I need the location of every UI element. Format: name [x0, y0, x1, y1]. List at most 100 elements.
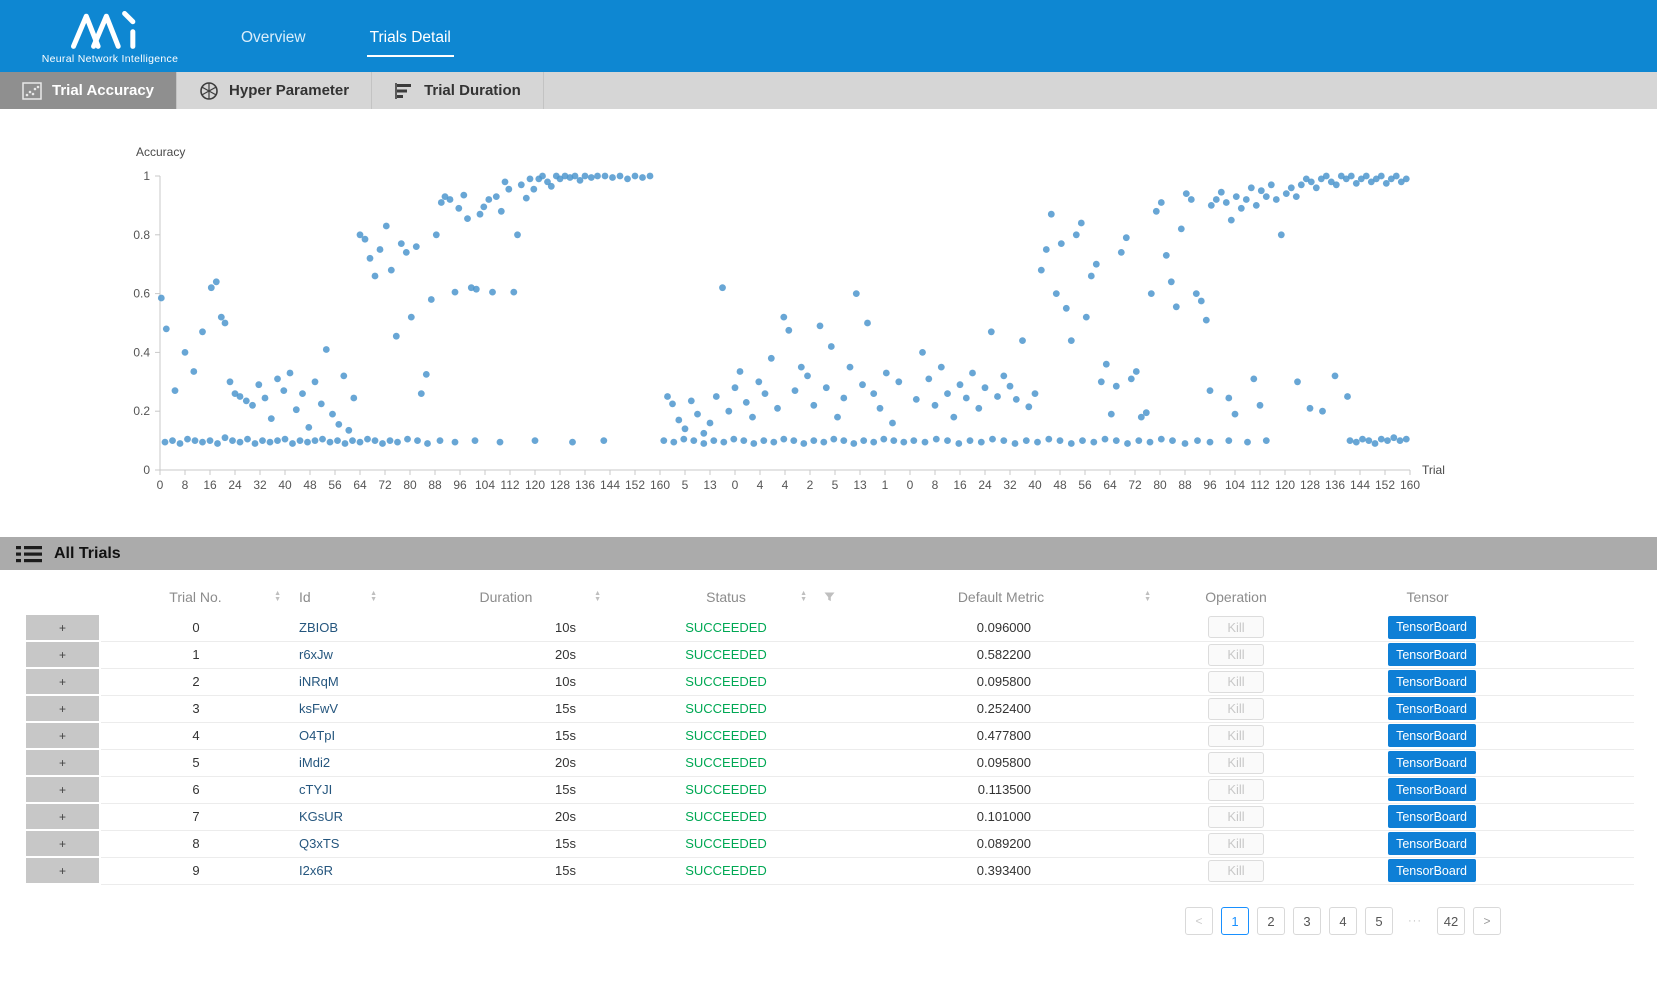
scatter-point[interactable]	[1308, 179, 1315, 186]
scatter-point[interactable]	[510, 289, 517, 296]
scatter-point[interactable]	[1173, 303, 1180, 310]
scatter-point[interactable]	[319, 436, 326, 443]
scatter-point[interactable]	[293, 406, 300, 413]
scatter-point[interactable]	[1007, 383, 1014, 390]
scatter-point[interactable]	[1045, 436, 1052, 443]
scatter-point[interactable]	[312, 378, 319, 385]
scatter-point[interactable]	[864, 320, 871, 327]
scatter-point[interactable]	[690, 437, 697, 444]
scatter-point[interactable]	[539, 173, 546, 180]
kill-button[interactable]: Kill	[1208, 671, 1264, 693]
scatter-point[interactable]	[438, 199, 445, 206]
scatter-point[interactable]	[682, 425, 689, 432]
scatter-point[interactable]	[975, 405, 982, 412]
scatter-point[interactable]	[639, 174, 646, 181]
scatter-point[interactable]	[1238, 205, 1245, 212]
pagination-ellipsis[interactable]: ···	[1401, 907, 1429, 935]
scatter-point[interactable]	[489, 289, 496, 296]
scatter-point[interactable]	[853, 290, 860, 297]
scatter-point[interactable]	[362, 236, 369, 243]
scatter-point[interactable]	[518, 181, 525, 188]
tab-hyper-parameter[interactable]: Hyper Parameter	[177, 72, 372, 109]
scatter-point[interactable]	[158, 295, 165, 302]
scatter-point[interactable]	[1043, 246, 1050, 253]
kill-button[interactable]: Kill	[1208, 616, 1264, 638]
scatter-point[interactable]	[938, 364, 945, 371]
scatter-point[interactable]	[713, 393, 720, 400]
scatter-point[interactable]	[372, 273, 379, 280]
scatter-point[interactable]	[169, 437, 176, 444]
scatter-point[interactable]	[1225, 395, 1232, 402]
scatter-point[interactable]	[502, 179, 509, 186]
scatter-point[interactable]	[497, 439, 504, 446]
scatter-point[interactable]	[1068, 440, 1075, 447]
scatter-point[interactable]	[1128, 376, 1135, 383]
scatter-point[interactable]	[877, 405, 884, 412]
scatter-point[interactable]	[670, 439, 677, 446]
tensorboard-button[interactable]: TensorBoard	[1388, 778, 1476, 801]
scatter-point[interactable]	[1283, 190, 1290, 197]
scatter-point[interactable]	[404, 436, 411, 443]
scatter-point[interactable]	[1298, 181, 1305, 188]
scatter-point[interactable]	[840, 395, 847, 402]
kill-button[interactable]: Kill	[1208, 806, 1264, 828]
scatter-point[interactable]	[162, 439, 169, 446]
scatter-point[interactable]	[1250, 376, 1257, 383]
scatter-point[interactable]	[725, 408, 732, 415]
pagination-page-4[interactable]: 4	[1329, 907, 1357, 935]
scatter-point[interactable]	[350, 395, 357, 402]
scatter-point[interactable]	[1207, 387, 1214, 394]
scatter-point[interactable]	[1090, 439, 1097, 446]
scatter-point[interactable]	[289, 440, 296, 447]
scatter-point[interactable]	[602, 173, 609, 180]
scatter-point[interactable]	[800, 440, 807, 447]
scatter-point[interactable]	[213, 278, 220, 285]
scatter-point[interactable]	[1079, 437, 1086, 444]
scatter-point[interactable]	[262, 395, 269, 402]
tensorboard-button[interactable]: TensorBoard	[1388, 724, 1476, 747]
scatter-point[interactable]	[379, 440, 386, 447]
scatter-point[interactable]	[978, 439, 985, 446]
scatter-point[interactable]	[1088, 273, 1095, 280]
scatter-point[interactable]	[749, 414, 756, 421]
scatter-point[interactable]	[1178, 226, 1185, 233]
scatter-point[interactable]	[859, 381, 866, 388]
tensorboard-button[interactable]: TensorBoard	[1388, 859, 1476, 882]
scatter-point[interactable]	[532, 437, 539, 444]
scatter-point[interactable]	[1332, 373, 1339, 380]
scatter-point[interactable]	[1143, 409, 1150, 416]
tensorboard-button[interactable]: TensorBoard	[1388, 751, 1476, 774]
scatter-point[interactable]	[933, 436, 940, 443]
scatter-point[interactable]	[820, 439, 827, 446]
scatter-point[interactable]	[850, 440, 857, 447]
scatter-point[interactable]	[1168, 278, 1175, 285]
scatter-point[interactable]	[452, 289, 459, 296]
scatter-point[interactable]	[418, 390, 425, 397]
scatter-point[interactable]	[214, 440, 221, 447]
scatter-point[interactable]	[1378, 436, 1385, 443]
scatter-point[interactable]	[1319, 408, 1326, 415]
scatter-point[interactable]	[199, 439, 206, 446]
scatter-point[interactable]	[719, 284, 726, 291]
scatter-point[interactable]	[237, 439, 244, 446]
scatter-point[interactable]	[1068, 337, 1075, 344]
scatter-point[interactable]	[743, 399, 750, 406]
scatter-point[interactable]	[387, 437, 394, 444]
kill-button[interactable]: Kill	[1208, 725, 1264, 747]
scatter-point[interactable]	[383, 223, 390, 230]
scatter-point[interactable]	[740, 437, 747, 444]
scatter-point[interactable]	[594, 173, 601, 180]
scatter-point[interactable]	[249, 402, 256, 409]
scatter-point[interactable]	[1034, 439, 1041, 446]
scatter-point[interactable]	[1135, 437, 1142, 444]
scatter-point[interactable]	[163, 326, 170, 333]
scatter-point[interactable]	[737, 368, 744, 375]
scatter-point[interactable]	[1257, 402, 1264, 409]
scatter-point[interactable]	[1378, 173, 1385, 180]
scatter-point[interactable]	[480, 204, 487, 211]
scatter-point[interactable]	[1012, 440, 1019, 447]
scatter-point[interactable]	[1013, 396, 1020, 403]
scatter-point[interactable]	[229, 437, 236, 444]
scatter-point[interactable]	[1000, 437, 1007, 444]
scatter-point[interactable]	[1183, 190, 1190, 197]
